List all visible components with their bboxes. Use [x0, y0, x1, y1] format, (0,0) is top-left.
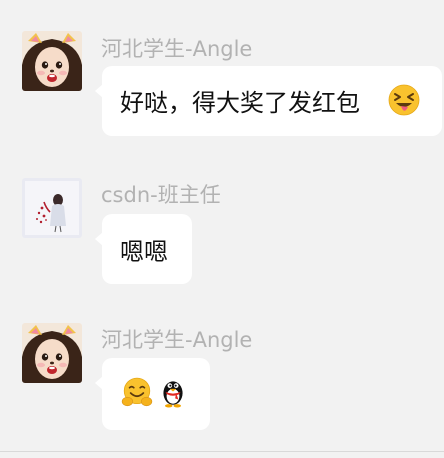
avatar[interactable]	[22, 31, 82, 91]
input-area-divider	[0, 451, 444, 452]
message-bubble[interactable]: 嗯嗯	[95, 214, 192, 284]
sender-name: 河北学生-Angle	[101, 37, 253, 61]
message-item: 河北学生-Angle	[0, 300, 444, 450]
message-bubble[interactable]	[95, 358, 210, 430]
message-text: 嗯嗯	[120, 238, 168, 266]
sender-name: csdn-班主任	[101, 183, 221, 207]
message-item: 河北学生-Angle 好哒，得大奖了发红包	[0, 0, 444, 150]
qq-penguin-emoji-icon	[156, 374, 190, 410]
hugging-face-emoji-icon	[120, 376, 154, 410]
message-bubble[interactable]: 好哒，得大奖了发红包	[95, 66, 442, 136]
avatar[interactable]	[22, 323, 82, 383]
sender-name: 河北学生-Angle	[101, 328, 253, 352]
squinting-tongue-emoji-icon	[388, 84, 420, 116]
message-item: csdn-班主任 嗯嗯	[0, 150, 444, 300]
avatar[interactable]	[22, 178, 82, 238]
message-text: 好哒，得大奖了发红包	[120, 89, 360, 117]
